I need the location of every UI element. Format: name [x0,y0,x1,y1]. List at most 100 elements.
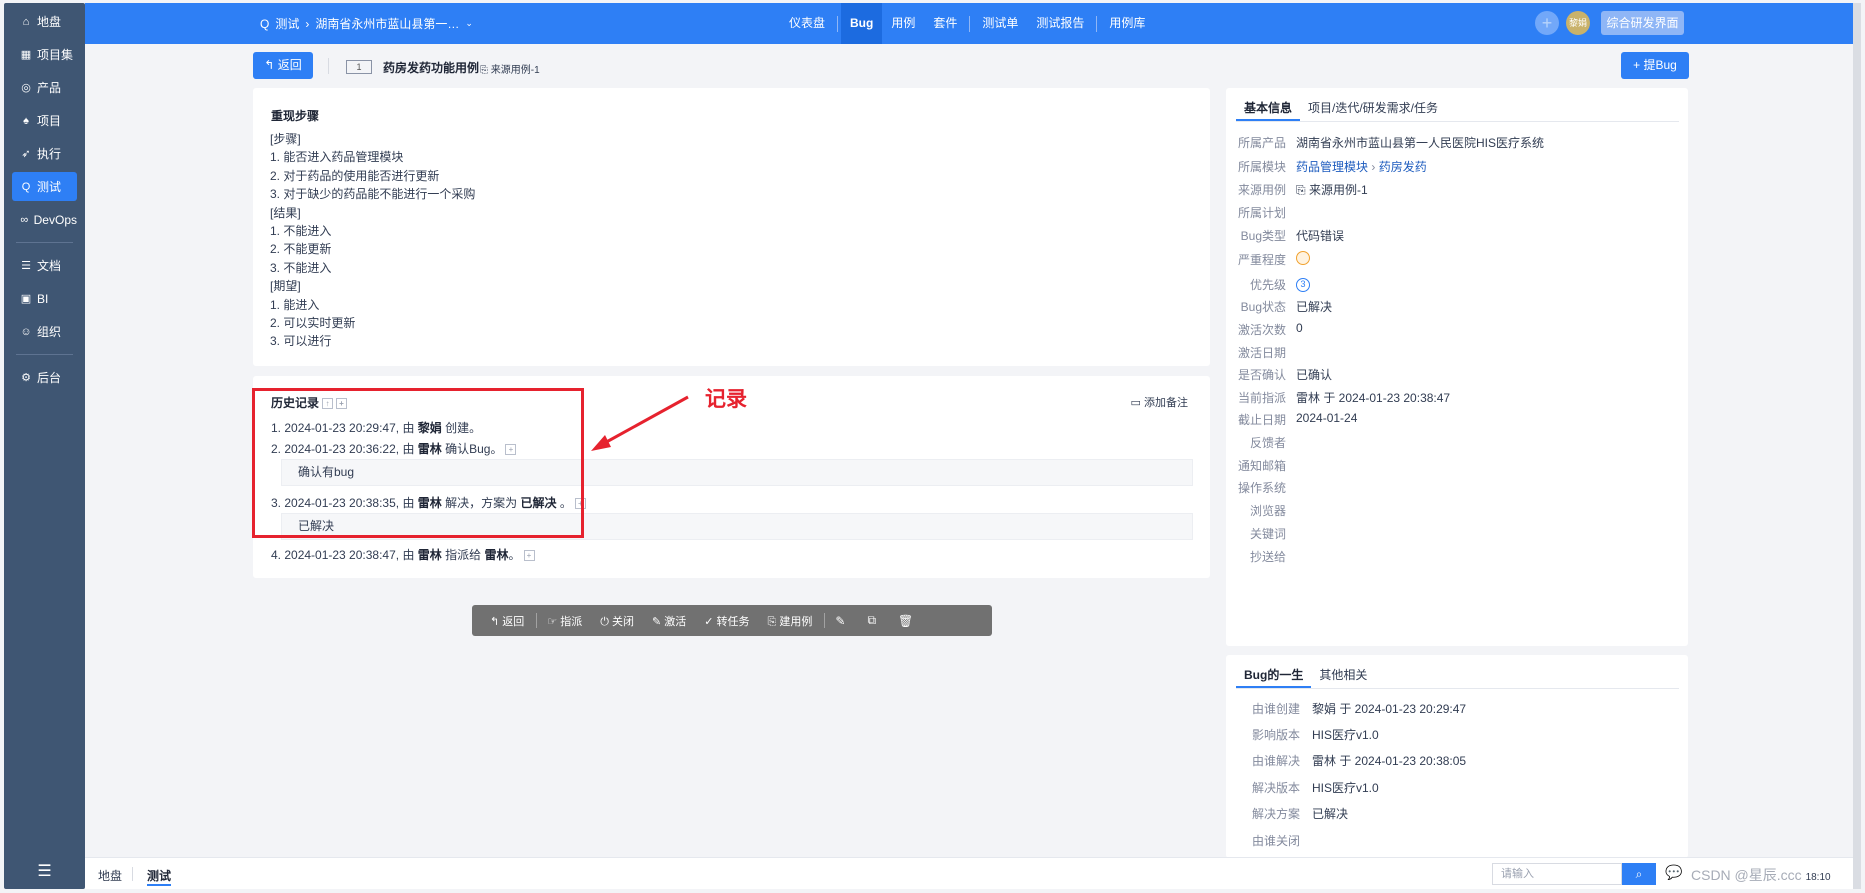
sidebar-item-label: 执行 [37,147,62,161]
sidebar-item-execution[interactable]: ➶ 执行 [12,139,77,168]
sidebar-item-label: 测试 [37,180,62,194]
source-case-value: 来源用例-1 [1308,183,1368,197]
annotation-label: 记录 [705,388,747,411]
repro-line: 3. 对于缺少的药品能不能进行一个采购 [270,187,476,202]
info-label: 操作系统 [1237,481,1286,495]
assign-button[interactable]: ☞ 指派 [547,613,582,629]
repro-line: 1. 能进入 [270,297,320,312]
info-label: 当前指派 [1237,391,1286,405]
life-row-closed: 由谁关闭 [1236,832,1300,849]
case-icon: ⎘ [767,615,780,628]
repro-line: 1. 能否进入药品管理模块 [270,150,404,165]
back-arrow-icon: ↰ [490,615,503,628]
sidebar-item-test[interactable]: Q 测试 [12,172,77,201]
quick-create-plus-icon[interactable]: + [1535,11,1559,35]
source-case-link[interactable]: ⎘ 来源用例-1 [480,61,540,76]
tab-related[interactable]: 项目/迭代/研发需求/任务 [1300,96,1446,121]
life-value: 黎娟 于 2024-01-23 20:29:47 [1312,702,1467,716]
info-value: 药品管理模块 › 药房发药 [1296,158,1427,175]
info-value[interactable]: ⎘ 来源用例-1 [1296,181,1368,198]
nav-bug[interactable]: Bug [841,3,883,44]
priority-badge: 3 [1296,278,1310,292]
info-row-keywords: 关键词 [1236,525,1286,542]
module-link[interactable]: 药品管理模块 [1296,160,1368,174]
nav-suite[interactable]: 套件 [924,3,966,44]
sidebar-item-program[interactable]: ▦ 项目集 [12,40,77,69]
repro-line: [期望] [270,279,301,294]
tab-basic-info[interactable]: 基本信息 [1236,96,1301,121]
status-bar: 地盘 测试 请输入 ⌕ 💬 CSDN @星辰.ccc 18:10 [85,857,1853,889]
breadcrumb-root[interactable]: 测试 [275,15,299,32]
repro-steps-title: 重现步骤 [271,109,320,123]
to-task-button[interactable]: ✓ 转任务 [704,613,749,629]
sidebar-item-bi[interactable]: ▣ BI [12,284,77,313]
ai-chat-icon[interactable]: 💬 [1665,864,1682,881]
copy-icon[interactable]: ⧉ [867,613,876,628]
sidebar-item-org[interactable]: ☺ 组织 [12,317,77,346]
info-row-source-case: 来源用例 ⎘ 来源用例-1 [1236,181,1368,198]
info-value: 0 [1296,321,1303,335]
add-note-button[interactable]: ▭ 添加备注 [1131,394,1188,410]
nav-testtask[interactable]: 测试单 [973,3,1027,44]
toolbar-back-button[interactable]: ↰ 返回 [490,613,524,629]
nav-dashboard[interactable]: 仪表盘 [780,3,834,44]
add-note-label: 添加备注 [1144,397,1188,409]
life-row-affected-build: 影响版本 HIS医疗v1.0 [1236,726,1379,743]
create-case-button[interactable]: ⎘ 建用例 [768,613,813,629]
info-label: 优先级 [1249,278,1286,292]
sidebar-item-project[interactable]: ♠ 项目 [12,106,77,135]
search-icon: ⌕ [1635,867,1643,881]
chevron-right-icon: › [305,16,310,31]
info-label: Bug类型 [1240,229,1286,243]
sidebar-item-doc[interactable]: ☰ 文档 [12,251,77,280]
expand-icon[interactable]: + [523,550,535,562]
delete-icon[interactable]: 🗑 [898,614,913,628]
scrollbar[interactable] [1853,3,1861,889]
avatar[interactable]: 黎娟 [1566,11,1590,35]
info-tabs: 基本信息 项目/迭代/研发需求/任务 [1236,96,1679,122]
nav-divider [969,15,971,32]
info-label: 关键词 [1249,527,1286,541]
tab-bug-life[interactable]: Bug的一生 [1236,663,1312,688]
history-entry: 4. 2024-01-23 20:38:47, 由 雷林 指派给 雷林。 + [271,546,535,563]
info-row-activated-date: 激活日期 [1236,344,1286,361]
toolbar-label: 关闭 [611,615,634,628]
add-bug-button[interactable]: + 提Bug [1621,52,1689,79]
toolbar-label: 返回 [502,615,525,628]
nav-testreport[interactable]: 测试报告 [1027,3,1093,44]
switch-interface-button[interactable]: 综合研发界面 [1601,11,1684,35]
statusbar-divider [132,867,133,881]
breadcrumb: Q 测试 › 湖南省永州市蓝山县第一… ⌄ [260,15,473,32]
info-value: 2024-01-24 [1296,411,1358,425]
info-label: Bug状态 [1240,300,1286,314]
search-button[interactable]: ⌕ [1622,863,1656,885]
collapse-menu-icon[interactable]: ☰ [4,861,85,881]
edit-icon[interactable]: ✎ [835,614,845,628]
nav-caselib[interactable]: 用例库 [1100,3,1154,44]
org-icon: ☺ [20,325,32,338]
sidebar-item-admin[interactable]: ⚙ 后台 [12,363,77,392]
info-value[interactable]: 湖南省永州市蓝山县第一人民医院HIS医疗系统 [1296,134,1544,151]
sidebar-item-product[interactable]: ◎ 产品 [12,73,77,102]
info-row-confirmed: 是否确认 已确认 [1236,366,1332,383]
info-row-type: Bug类型 代码错误 [1236,227,1344,244]
life-value: HIS医疗v1.0 [1312,728,1379,742]
nav-divider [1096,15,1098,32]
activate-button[interactable]: ✎ 激活 [652,613,686,629]
sidebar-item-devops[interactable]: ∞ DevOps [12,205,77,234]
info-row-module: 所属模块 药品管理模块 › 药房发药 [1236,158,1427,175]
statusbar-home-tab[interactable]: 地盘 [98,867,122,884]
test-icon: Q [260,16,270,31]
statusbar-current-tab[interactable]: 测试 [147,867,172,886]
info-label: 反馈者 [1249,436,1286,450]
search-input[interactable]: 请输入 [1492,863,1622,885]
submodule-link[interactable]: 药房发药 [1379,160,1427,174]
breadcrumb-product[interactable]: 湖南省永州市蓝山县第一… [315,15,459,32]
close-button[interactable]: ⏻ 关闭 [600,613,634,629]
nav-case[interactable]: 用例 [882,3,924,44]
tab-other-related[interactable]: 其他相关 [1311,663,1375,688]
toolbar-label: 转任务 [716,615,750,628]
top-bar: Q 测试 › 湖南省永州市蓝山县第一… ⌄ 仪表盘 Bug 用例 套件 测试单 … [85,3,1861,44]
sidebar-item-home[interactable]: ⌂ 地盘 [12,7,77,36]
back-button[interactable]: ↰ 返回 [253,52,313,79]
